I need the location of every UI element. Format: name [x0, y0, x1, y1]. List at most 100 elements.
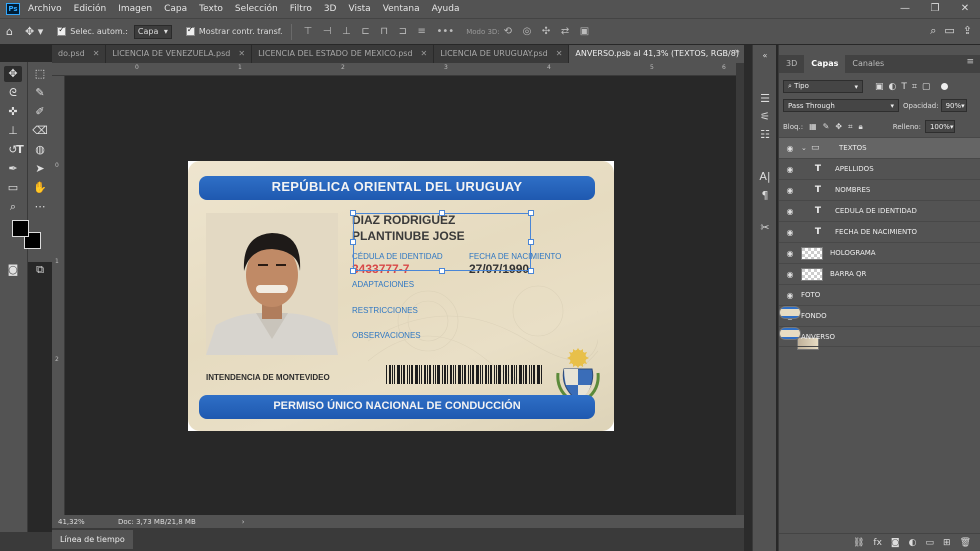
- close-icon[interactable]: ✕: [421, 45, 428, 63]
- maximize-icon[interactable]: ❐: [920, 0, 950, 18]
- tab-canales[interactable]: Canales: [845, 55, 891, 73]
- tab-3d[interactable]: 3D: [779, 55, 804, 73]
- eye-icon[interactable]: ◉: [779, 249, 801, 258]
- 3d-scale-icon[interactable]: ▣: [580, 26, 589, 37]
- show-transform-checkbox[interactable]: [185, 25, 195, 36]
- properties-icon[interactable]: ☷: [757, 127, 773, 143]
- eye-icon[interactable]: ◉: [779, 144, 801, 153]
- transform-handle[interactable]: [439, 210, 445, 216]
- close-icon[interactable]: ✕: [238, 45, 245, 63]
- align-left-icon[interactable]: ⊏: [361, 26, 369, 37]
- new-layer-icon[interactable]: ⊞: [943, 538, 951, 548]
- home-icon[interactable]: ⌂: [6, 25, 13, 38]
- layer-row-image[interactable]: ◉ BARRA QR: [779, 263, 980, 284]
- brush-tool-icon[interactable]: ✐: [31, 104, 49, 120]
- menu-edicion[interactable]: Edición: [74, 4, 107, 14]
- search-icon[interactable]: ⌕: [930, 24, 936, 38]
- tab-capas[interactable]: Capas: [804, 55, 846, 73]
- layer-row-image[interactable]: ◉ FONDO: [779, 305, 980, 326]
- stamp-tool-icon[interactable]: ⊥: [4, 123, 22, 139]
- eye-icon[interactable]: ◉: [779, 165, 801, 174]
- move-tool-icon[interactable]: ✥: [4, 66, 22, 82]
- tabs-overflow-icon[interactable]: »: [734, 47, 740, 57]
- menu-ayuda[interactable]: Ayuda: [432, 4, 460, 14]
- tab-doc-1[interactable]: do.psd ✕: [52, 45, 107, 63]
- adjustments-icon[interactable]: ⚟: [757, 109, 773, 125]
- tab-doc-active[interactable]: ANVERSO.psb al 41,3% (TEXTOS, RGB/8)✕: [569, 45, 761, 63]
- menu-texto[interactable]: Texto: [199, 4, 223, 14]
- 3d-slide-icon[interactable]: ⇄: [561, 26, 569, 37]
- vertical-scrollbar[interactable]: [736, 63, 744, 515]
- layer-row-text[interactable]: ◉ T FECHA DE NACIMIENTO: [779, 221, 980, 242]
- rectangle-tool-icon[interactable]: ▭: [4, 180, 22, 196]
- fill-field[interactable]: 100% ▾: [924, 120, 955, 133]
- tab-doc-2[interactable]: LICENCIA DE VENEZUELA.psd ✕: [106, 45, 253, 63]
- ruler-horizontal[interactable]: 0 1 2 3 4 5 6: [52, 63, 744, 76]
- quick-mask-icon[interactable]: ◙: [4, 262, 22, 278]
- menu-vista[interactable]: Vista: [348, 4, 370, 14]
- photoshop-logo-icon[interactable]: Ps: [6, 3, 20, 15]
- filter-toggle-icon[interactable]: [941, 83, 949, 90]
- eye-icon[interactable]: ◉: [779, 207, 801, 216]
- minimize-icon[interactable]: —: [890, 0, 920, 18]
- auto-select-dropdown[interactable]: Capa ▾: [133, 24, 172, 39]
- transform-handle[interactable]: [439, 268, 445, 274]
- transform-handle[interactable]: [350, 239, 356, 245]
- lasso-tool-icon[interactable]: ᘓ: [4, 85, 22, 101]
- eraser-tool-icon[interactable]: ⌫: [31, 123, 49, 139]
- menu-seleccion[interactable]: Selección: [235, 4, 278, 14]
- layer-filter-dropdown[interactable]: ⌕ Tipo ▾: [783, 80, 863, 93]
- menu-filtro[interactable]: Filtro: [290, 4, 312, 14]
- layer-row-image[interactable]: ◉ ANVERSO: [779, 326, 980, 347]
- spot-healing-icon[interactable]: ✜: [4, 104, 22, 120]
- 3d-rotate-icon[interactable]: ⟲: [504, 26, 512, 37]
- tools-presets-icon[interactable]: ✂: [757, 220, 773, 236]
- opacity-field[interactable]: 90% ▾: [940, 99, 967, 112]
- close-icon[interactable]: ✕: [93, 45, 100, 63]
- auto-select-checkbox[interactable]: [57, 25, 67, 36]
- layer-style-icon[interactable]: fx: [873, 538, 882, 548]
- marquee-tool-icon[interactable]: ⬚: [31, 66, 49, 82]
- layer-row-image[interactable]: ◉ HOLOGRAMA: [779, 242, 980, 263]
- 3d-roll-icon[interactable]: ◎: [523, 26, 532, 37]
- menu-archivo[interactable]: Archivo: [28, 4, 62, 14]
- eye-icon[interactable]: ◉: [779, 270, 801, 279]
- align-middle-icon[interactable]: ⊣: [323, 26, 332, 37]
- document-info[interactable]: Doc: 3,73 MB/21,8 MB: [118, 518, 196, 526]
- more-options-icon[interactable]: •••: [436, 26, 454, 37]
- transform-handle[interactable]: [528, 210, 534, 216]
- gradient-tool-icon[interactable]: ◍: [31, 142, 49, 158]
- menu-ventana[interactable]: Ventana: [383, 4, 420, 14]
- screen-mode-icon[interactable]: ⧉: [31, 262, 49, 278]
- zoom-tool-icon[interactable]: ⌕: [4, 199, 22, 215]
- share-icon[interactable]: ⇪: [963, 24, 972, 38]
- paragraph-icon[interactable]: ¶: [757, 188, 773, 204]
- panel-menu-icon[interactable]: ≡: [966, 57, 974, 67]
- eye-icon[interactable]: ◉: [779, 291, 801, 300]
- layer-row-group[interactable]: ◉ ⌄ ▭ TEXTOS: [779, 137, 980, 158]
- delete-layer-icon[interactable]: 🗑︎: [960, 538, 971, 548]
- foreground-color-swatch[interactable]: [12, 220, 29, 237]
- ruler-vertical[interactable]: 0 1 2: [52, 76, 65, 515]
- filter-icons[interactable]: ▣◐T⌗▢: [875, 82, 935, 92]
- layer-row-text[interactable]: ◉ T CEDULA DE IDENTIDAD: [779, 200, 980, 221]
- chevron-down-icon[interactable]: ⌄: [801, 144, 811, 152]
- eye-icon[interactable]: ◉: [779, 228, 801, 237]
- transform-bounding-box[interactable]: [353, 213, 531, 271]
- menu-3d[interactable]: 3D: [324, 4, 337, 14]
- eye-icon[interactable]: ◉: [779, 186, 801, 195]
- tab-doc-4[interactable]: LICENCIA DE URUGUAY.psd ✕: [434, 45, 570, 63]
- quick-selection-icon[interactable]: ✎: [31, 85, 49, 101]
- more-tools-icon[interactable]: ⋯: [31, 199, 49, 215]
- history-icon[interactable]: ☰: [757, 91, 773, 107]
- align-right-icon[interactable]: ⊐: [399, 26, 407, 37]
- new-group-icon[interactable]: ▭: [926, 538, 935, 548]
- adjustment-layer-icon[interactable]: ◐: [909, 538, 917, 548]
- align-center-icon[interactable]: ⊓: [380, 26, 388, 37]
- zoom-level[interactable]: 41,32%: [58, 518, 118, 526]
- tab-doc-3[interactable]: LICENCIA DEL ESTADO DE MEXICO.psd ✕: [252, 45, 435, 63]
- chevron-right-icon[interactable]: ›: [242, 518, 245, 526]
- 3d-pan-icon[interactable]: ✣: [542, 26, 550, 37]
- menu-imagen[interactable]: Imagen: [118, 4, 152, 14]
- blend-mode-dropdown[interactable]: Pass Through ▾: [783, 99, 899, 112]
